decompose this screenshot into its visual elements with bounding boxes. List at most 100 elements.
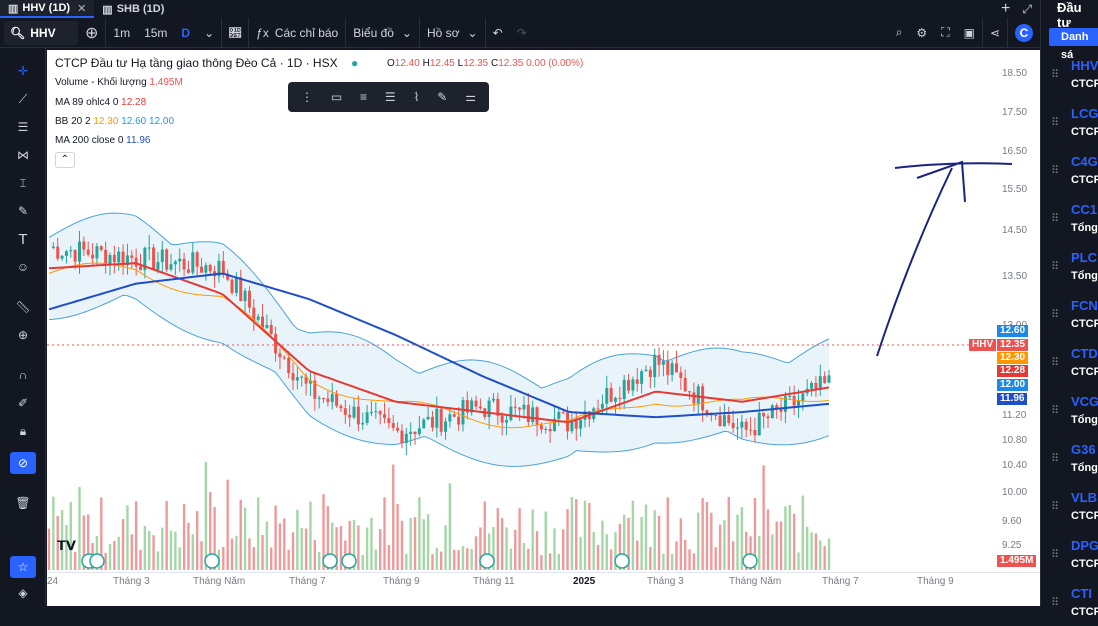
watchlist-item[interactable]: ⠿ PLC Tổng [1051,242,1098,290]
candle-body [727,415,731,423]
watchlist-item[interactable]: ⠿ HHV CTCP [1051,50,1098,98]
ruler-icon[interactable]: 📏︎ [10,296,36,318]
volume-bar [256,497,260,570]
undo-button[interactable]: ↶ [484,17,510,48]
candle-body [539,425,543,430]
profile-button[interactable]: Hồ sơ ⌄ [418,17,485,48]
watchlist-item[interactable]: ⠿ VCG Tổng [1051,386,1098,434]
grip-icon[interactable]: ⠿ [1051,404,1059,417]
emoji-icon[interactable]: ☺ [10,256,36,278]
star-icon[interactable]: ☆ [10,556,36,578]
layers-icon[interactable]: ◈ [10,582,36,604]
zoom-in-icon[interactable]: ⊕ [10,324,36,346]
trendline-icon[interactable]: ⟋ [10,88,36,110]
candle-style-button[interactable]: 𝍗 [221,17,248,48]
tab-shb[interactable]: ▥ SHB (1D) [94,0,172,18]
watchlist-name: CTCP [1071,366,1098,378]
grip-icon[interactable]: ⠿ [1051,356,1059,369]
candle-body [430,416,434,428]
trash-icon[interactable]: 🗑︎ [10,492,36,514]
volume-bar [810,532,813,570]
pencil-icon[interactable]: ✎ [437,90,447,104]
grip-icon[interactable]: ⠿ [1051,500,1059,513]
quick-search-button[interactable]: ⌕ [889,18,910,48]
settings-lines-icon[interactable]: ⚌ [465,90,476,104]
volume-bar [792,513,796,570]
candle-body [234,277,238,293]
candle-body [622,379,626,399]
indicators-button[interactable]: ƒx Các chỉ báo [248,17,345,48]
pencil-lock-icon[interactable]: ✐ [10,392,36,414]
redo-button[interactable]: ↷ [510,18,534,48]
volume-bar [121,519,125,570]
fib-icon[interactable]: ☰ [10,116,36,138]
magnet-icon[interactable]: ∩ [10,364,36,386]
brush-icon[interactable]: ✎ [10,200,36,222]
brush-icon[interactable]: ⌇ [414,90,420,104]
chevron-down-icon[interactable]: ⌄ [197,18,221,48]
interval-d-button[interactable]: D [174,18,197,48]
settings-button[interactable]: ⚙ [909,18,934,48]
shape-icon[interactable]: ▭ [331,90,342,104]
projection-icon[interactable]: ⌶ [10,172,36,194]
watchlist-item[interactable]: ⠿ DPG CTCP [1051,530,1098,578]
floating-drawing-toolbar: ⋮ ▭ ≡ ☰ ⌇ ✎ ⚌ [288,82,489,112]
lock-icon[interactable]: 🔒︎ [10,420,36,442]
grip-icon[interactable]: ⠿ [1051,452,1059,465]
share-button[interactable]: ⋖ [981,17,1007,48]
candle-body [670,363,674,375]
line-width-icon[interactable]: ☰ [385,90,396,104]
watchlist-button[interactable]: Danh sá [1049,28,1098,61]
grip-icon[interactable]: ⠿ [1051,116,1059,129]
candle-body [195,252,199,267]
grip-icon[interactable]: ⠿ [1051,596,1059,609]
interval-15m-button[interactable]: 15m [137,18,174,48]
crosshair-icon[interactable]: ✛ [10,60,36,82]
eye-hide-icon[interactable]: ⊘ [10,452,36,474]
watchlist-item[interactable]: ⠿ CC1 Tổng [1051,194,1098,242]
watchlist-item[interactable]: ⠿ LCG CTCP [1051,98,1098,146]
watchlist-item[interactable]: ⠿ CTI CTCP [1051,578,1098,626]
volume-bar [500,518,504,570]
grip-icon[interactable]: ⠿ [1051,212,1059,225]
grip-icon[interactable]: ⠿ [1051,68,1059,81]
grip-icon[interactable]: ⠿ [1051,164,1059,177]
time-axis[interactable]: 24 Tháng 3 Tháng Năm Tháng 7 Tháng 9 Tháng 11… [47,572,1040,592]
pattern-icon[interactable]: ⋈ [10,144,36,166]
close-icon[interactable]: ✕ [77,2,86,15]
watchlist-item[interactable]: ⠿ FCN CTCP [1051,290,1098,338]
compare-button[interactable]: ⊕ [78,18,105,48]
fullscreen-button[interactable]: ⛶ [934,18,956,48]
watchlist-item[interactable]: ⠿ C4G CTCP [1051,146,1098,194]
drag-handle-icon[interactable]: ⋮ [301,90,313,104]
event-marker [204,553,220,569]
line-style-icon[interactable]: ≡ [360,90,367,104]
candle-body [365,412,369,423]
text-icon[interactable]: T [10,228,36,250]
tv-logo-icon[interactable]: 𝗧𝗩 [57,538,76,554]
chart-pane[interactable]: CTCP Đầu tư Hạ tầng giao thông Đèo Cả · … [47,50,1040,572]
expand-icon[interactable]: ⤢ [1022,2,1032,17]
symbol-search[interactable]: 🔍︎ HHV [4,20,78,45]
watchlist-item[interactable]: ⠿ VLB CTCP [1051,482,1098,530]
watchlist-item[interactable]: ⠿ CTD CTCP [1051,338,1098,386]
interval-1m-button[interactable]: 1m [105,17,137,48]
watchlist-item[interactable]: ⠿ G36 Tổng [1051,434,1098,482]
grip-icon[interactable]: ⠿ [1051,260,1059,273]
collapse-legend-button[interactable]: ⌃ [55,152,75,168]
symbol-input[interactable]: HHV [30,26,55,40]
chart-canvas[interactable] [47,50,1040,572]
publish-button[interactable]: C [1007,17,1040,48]
camera-button[interactable]: ▣ [957,18,982,48]
tab-hhv[interactable]: ▥ HHV (1D) ✕ [0,0,95,18]
candle-body [714,414,718,416]
candle-body [661,360,665,365]
grip-icon[interactable]: ⠿ [1051,548,1059,561]
volume-bar [470,548,473,570]
grip-icon[interactable]: ⠿ [1051,308,1059,321]
volume-bar [222,546,225,570]
add-tab-icon[interactable]: + [1001,0,1010,18]
chart-type-button[interactable]: Biểu đồ ⌄ [345,17,419,48]
volume-bar [518,508,521,570]
time-axis-label: Tháng 9 [917,576,954,587]
